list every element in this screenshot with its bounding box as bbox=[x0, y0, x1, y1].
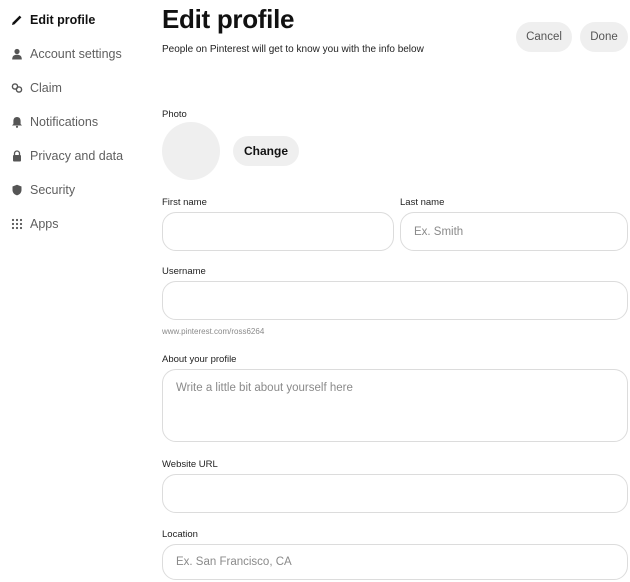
sidebar-item-label: Account settings bbox=[30, 47, 122, 61]
sidebar-item-claim[interactable]: Claim bbox=[10, 77, 62, 99]
sidebar-item-label: Apps bbox=[30, 217, 59, 231]
sidebar-item-notifications[interactable]: Notifications bbox=[10, 111, 98, 133]
sidebar-item-label: Security bbox=[30, 183, 76, 197]
first-name-label: First name bbox=[162, 197, 207, 208]
last-name-field[interactable] bbox=[400, 212, 628, 251]
sidebar-item-account-settings[interactable]: Account settings bbox=[10, 43, 122, 65]
photo-label: Photo bbox=[162, 109, 187, 120]
sidebar-item-privacy-and-data[interactable]: Privacy and data bbox=[10, 145, 123, 167]
claim-icon bbox=[10, 81, 24, 95]
shield-icon bbox=[10, 183, 24, 197]
bell-icon bbox=[10, 115, 24, 129]
page-subtitle: People on Pinterest will get to know you… bbox=[162, 44, 424, 55]
sidebar-item-security[interactable]: Security bbox=[10, 179, 75, 201]
pencil-icon bbox=[10, 13, 24, 27]
profile-url-helper: www.pinterest.com/ross6264 bbox=[162, 327, 265, 336]
location-field[interactable] bbox=[162, 544, 628, 580]
sidebar-item-label: Edit profile bbox=[30, 13, 96, 27]
sidebar-item-label: Notifications bbox=[30, 115, 99, 129]
about-label: About your profile bbox=[162, 354, 237, 365]
sidebar-item-label: Privacy and data bbox=[30, 149, 124, 163]
website-label: Website URL bbox=[162, 459, 218, 470]
username-field[interactable] bbox=[162, 281, 628, 320]
sidebar-item-edit-profile[interactable]: Edit profile bbox=[10, 9, 95, 31]
person-icon bbox=[10, 47, 24, 61]
sidebar-item-label: Claim bbox=[30, 81, 62, 95]
change-photo-button[interactable]: Change bbox=[233, 136, 299, 166]
avatar bbox=[162, 122, 220, 180]
last-name-label: Last name bbox=[400, 197, 445, 208]
sidebar-item-apps[interactable]: Apps bbox=[10, 213, 59, 235]
grid-icon bbox=[10, 217, 24, 231]
cancel-button[interactable]: Cancel bbox=[516, 22, 572, 52]
username-label: Username bbox=[162, 266, 206, 277]
about-field[interactable] bbox=[162, 369, 628, 442]
location-label: Location bbox=[162, 529, 198, 540]
lock-icon bbox=[10, 149, 24, 163]
first-name-field[interactable] bbox=[162, 212, 394, 251]
done-button[interactable]: Done bbox=[580, 22, 628, 52]
website-field[interactable] bbox=[162, 474, 628, 513]
page-title: Edit profile bbox=[162, 4, 295, 34]
